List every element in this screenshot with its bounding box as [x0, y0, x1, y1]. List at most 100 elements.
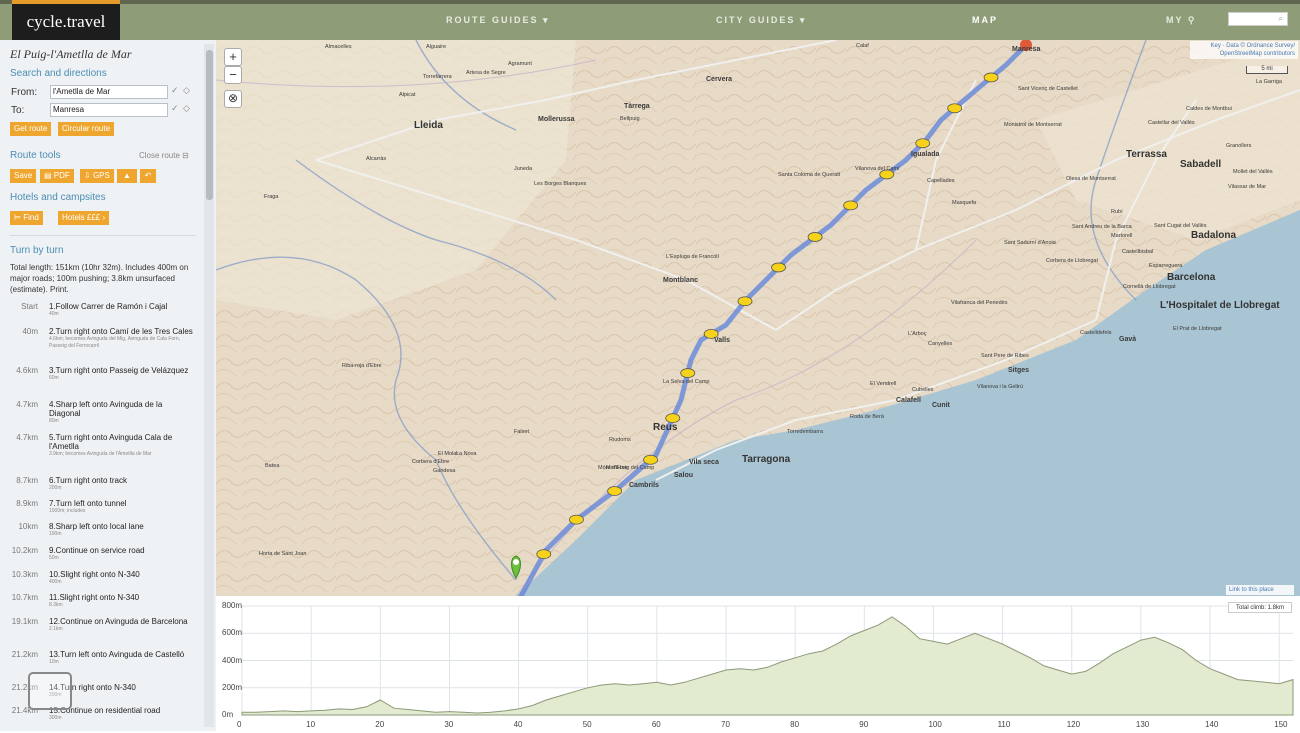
step-instruction: 13.Turn left onto Avinguda de Castelló — [49, 650, 185, 659]
step-instruction: 6.Turn right onto track — [49, 476, 127, 485]
step-detail: 4.6km; becomes Avinguda del Mig, Avingud… — [49, 336, 181, 349]
step-distance: 8.7km — [16, 476, 38, 485]
screenshot-overlay-icon — [28, 672, 72, 710]
turn-step[interactable]: 7.Turn left onto tunnel 1000m; includes — [49, 499, 194, 515]
zoom-in-button[interactable]: + — [224, 48, 242, 66]
place-label: Badalona — [1191, 230, 1236, 241]
nav-route-guides[interactable]: ROUTE GUIDES ▾ — [446, 15, 550, 26]
step-distance: 40m — [22, 327, 38, 336]
x-tick-label: 10 — [306, 720, 316, 729]
place-label: L'Espluga de Francolí — [666, 254, 719, 260]
clear-map-icon[interactable]: ⊗ — [224, 90, 242, 108]
from-locate-icon[interactable]: ◇ — [183, 85, 190, 96]
site-logo[interactable]: cycle.travel — [12, 0, 120, 40]
turn-step[interactable]: 3.Turn right onto Passeig de Velázquez 60… — [49, 366, 194, 382]
turn-step[interactable]: 8.Sharp left onto local lane 190m — [49, 522, 194, 538]
place-label: Les Borges Blanques — [534, 181, 587, 187]
route-title: El Puig-l'Ametlla de Mar — [10, 47, 132, 61]
from-field[interactable]: l'Ametlla de Mar — [50, 85, 168, 99]
turn-step[interactable]: 4.Sharp left onto Avinguda de la Diagona… — [49, 400, 194, 425]
step-distance: 10.2km — [11, 546, 38, 555]
place-label: Sant Pere de Ribes — [981, 353, 1029, 359]
place-label: Roda de Berà — [850, 414, 885, 420]
reverse-route-button[interactable]: ↶ — [140, 169, 156, 183]
top-stripe — [0, 0, 1300, 4]
place-label: Santa Coloma de Queralt — [778, 172, 841, 178]
place-label: Torredembarra — [787, 429, 824, 435]
map-attribution[interactable]: Key · Data © Ordnance Survey/ OpenStreet… — [1190, 41, 1298, 59]
to-locate-icon[interactable]: ◇ — [183, 103, 190, 114]
km-marker — [737, 296, 753, 307]
place-label: Juneda — [514, 166, 533, 172]
km-marker — [569, 514, 584, 525]
place-label: Cornellà de Llobregat — [1123, 284, 1176, 290]
sidebar-scroll-thumb[interactable] — [206, 50, 213, 200]
find-hotels-button[interactable]: ⊨ Find — [10, 211, 43, 225]
place-label: Castellbisbal — [1122, 249, 1153, 255]
turn-step[interactable]: 6.Turn right onto track 200m — [49, 476, 194, 492]
route-summary: Total length: 151km (10hr 32m). Includes… — [10, 263, 189, 294]
place-label: Castellar del Vallès — [1148, 120, 1195, 126]
km-marker — [947, 103, 963, 114]
gps-button[interactable]: ⇩ GPS — [80, 169, 114, 183]
place-label: Batea — [265, 463, 280, 469]
turn-step[interactable]: 15.Continue on residential road 300m — [49, 706, 194, 722]
turn-step[interactable]: 9.Continue on service road 50m — [49, 546, 194, 562]
place-label: La Nova — [456, 451, 477, 457]
site-search-input[interactable]: ⌕ — [1228, 12, 1288, 26]
turn-step[interactable]: 2.Turn right onto Camí de les Tres Cales… — [49, 327, 194, 350]
place-label: Olesa de Montserrat — [1066, 176, 1116, 182]
close-route-link[interactable]: Close route ⊟ — [139, 151, 189, 160]
zoom-out-button[interactable]: − — [224, 66, 242, 84]
map-canvas[interactable]: Lleida Terrassa Sabadell Badalona Barcelona L… — [216, 40, 1300, 596]
turn-step[interactable]: 10.Slight right onto N-340 400m — [49, 570, 194, 586]
km-marker — [807, 232, 823, 242]
to-confirm-icon[interactable]: ✓ — [171, 103, 179, 114]
x-tick-label: 80 — [790, 720, 800, 729]
place-label: Calafell — [896, 397, 921, 404]
hotels-price-button[interactable]: Hotels £££ › — [58, 211, 110, 225]
step-instruction: 2.Turn right onto Camí de les Tres Cales — [49, 327, 193, 336]
x-tick-label: 150 — [1274, 720, 1288, 729]
place-label: Masquefa — [952, 200, 977, 206]
place-label: Corbera de Llobregat — [1046, 258, 1098, 264]
place-label: Mollerussa — [538, 116, 575, 123]
pdf-button[interactable]: ▤ PDF — [40, 169, 74, 183]
to-field[interactable]: Manresa — [50, 103, 168, 117]
x-tick-label: 110 — [997, 720, 1011, 729]
step-distance: 10.7km — [11, 593, 38, 602]
map-scale: 5 mi — [1246, 66, 1288, 74]
turn-step[interactable]: 5.Turn right onto Avinguda Cala de l'Ame… — [49, 433, 194, 458]
place-label: Alguaire — [426, 44, 446, 50]
turn-step[interactable]: 13.Turn left onto Avinguda de Castelló 10… — [49, 650, 194, 666]
elevation-panel[interactable] — [216, 596, 1300, 731]
turn-step[interactable]: 12.Continue on Avinguda de Barcelona 2.1k… — [49, 617, 194, 633]
elevation-chart[interactable] — [216, 596, 1300, 731]
nav-map[interactable]: MAP — [972, 15, 998, 25]
save-button[interactable]: Save — [10, 169, 37, 183]
place-label: Sant Cugat del Vallès — [1154, 223, 1207, 229]
place-label: Falset — [514, 429, 529, 435]
km-marker — [680, 368, 696, 378]
circular-route-button[interactable]: Circular route — [58, 122, 115, 136]
place-label: Riudoms — [609, 437, 631, 443]
turn-step[interactable]: 1.Follow Carrer de Ramón i Cajal 40m — [49, 302, 194, 318]
step-detail: 80m — [49, 418, 59, 424]
elevation-button[interactable]: ▲ — [117, 169, 137, 183]
step-distance: 4.7km — [16, 400, 38, 409]
step-detail: 3.9km; becomes Avinguda de l'Ametlla de … — [49, 451, 152, 457]
step-distance: 10.3km — [11, 570, 38, 579]
from-confirm-icon[interactable]: ✓ — [171, 85, 179, 96]
x-tick-label: 20 — [375, 720, 385, 729]
step-instruction: 9.Continue on service road — [49, 546, 145, 555]
step-detail: 8.3km — [49, 602, 63, 608]
nav-my[interactable]: MY ⚲ — [1166, 15, 1196, 26]
bed-icon: ⊨ — [14, 213, 21, 222]
y-tick-label: 600m — [222, 628, 243, 638]
get-route-button[interactable]: Get route — [10, 122, 52, 136]
link-to-place[interactable]: Link to this place — [1226, 585, 1294, 595]
nav-city-guides[interactable]: CITY GUIDES ▾ — [716, 15, 806, 26]
map-view[interactable]: Lleida Terrassa Sabadell Badalona Barcelona L… — [216, 40, 1300, 596]
step-detail: 50m — [49, 555, 59, 561]
turn-step[interactable]: 11.Slight right onto N-340 8.3km — [49, 593, 194, 609]
